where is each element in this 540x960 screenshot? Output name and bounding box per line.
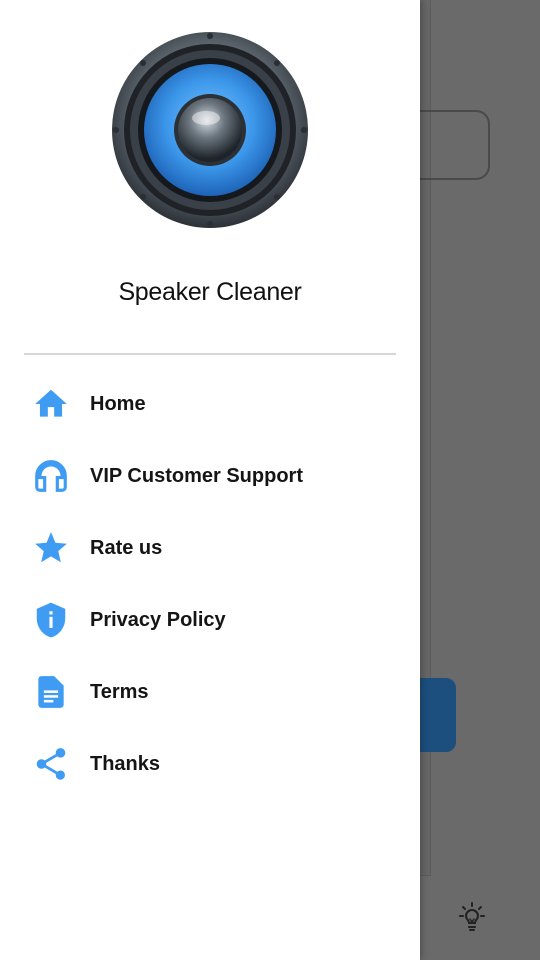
menu-item-label: Privacy Policy [90, 608, 226, 631]
menu-item-label: Thanks [90, 752, 161, 775]
menu-item-thanks[interactable]: Thanks [0, 728, 420, 800]
drawer-divider [24, 353, 396, 355]
drawer-menu: Home VIP Customer Support Rate us Privac… [0, 368, 420, 800]
menu-item-rate-us[interactable]: Rate us [0, 512, 420, 584]
home-icon [35, 389, 67, 417]
menu-item-vip-support[interactable]: VIP Customer Support [0, 440, 420, 512]
menu-item-label: Terms [90, 680, 149, 703]
shield-info-icon [36, 602, 66, 638]
screen: Speaker Cleaner Home VIP Customer Suppor… [0, 0, 540, 960]
menu-item-label: Rate us [90, 536, 163, 559]
share-icon [36, 748, 66, 780]
star-icon [35, 532, 67, 563]
menu-item-privacy-policy[interactable]: Privacy Policy [0, 584, 420, 656]
menu-item-label: VIP Customer Support [90, 464, 303, 487]
navigation-drawer: Speaker Cleaner Home VIP Customer Suppor… [0, 0, 420, 960]
document-icon [38, 676, 64, 708]
menu-item-home[interactable]: Home [0, 368, 420, 440]
headphones-icon [35, 460, 67, 492]
menu-item-label: Home [90, 392, 146, 415]
app-title: Speaker Cleaner [118, 278, 302, 306]
speaker-logo-icon [112, 32, 308, 228]
lightbulb-icon[interactable] [452, 898, 492, 938]
menu-item-terms[interactable]: Terms [0, 656, 420, 728]
